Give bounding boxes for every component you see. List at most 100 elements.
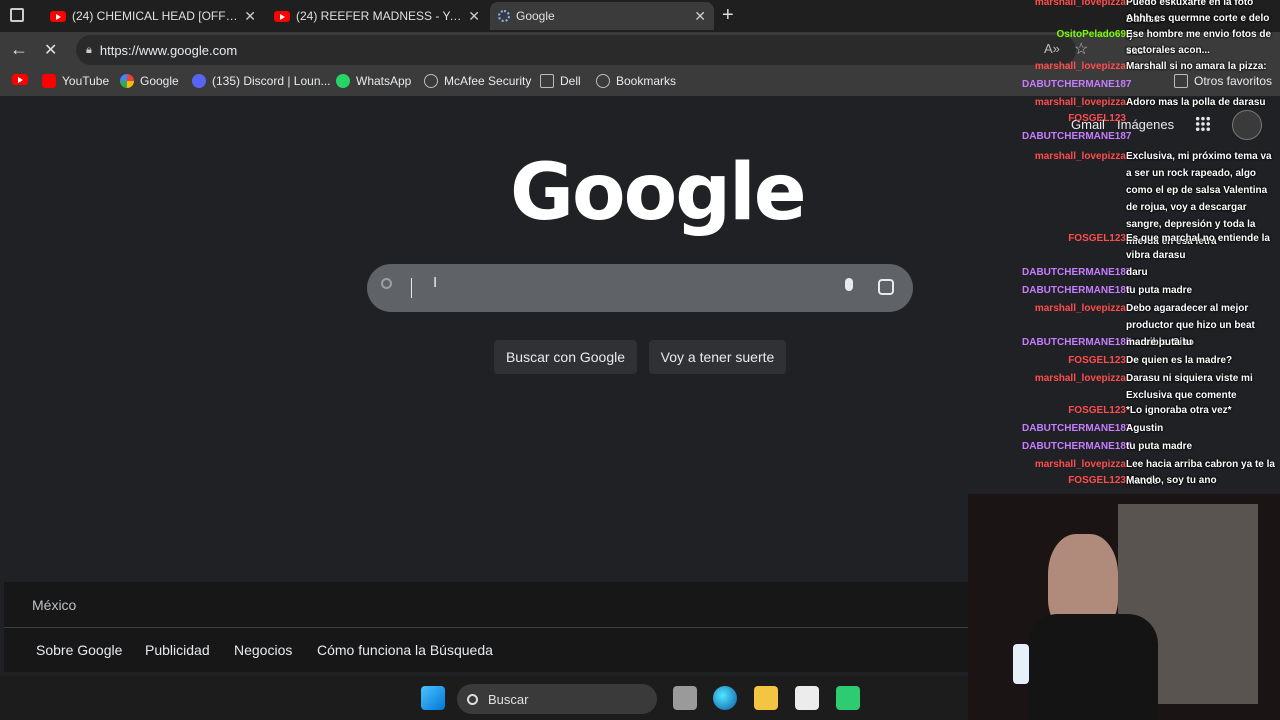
google-icon	[120, 74, 134, 88]
taskbar-search-label: Buscar	[488, 691, 529, 707]
chat-username: marshall_lovepizza	[1034, 373, 1126, 384]
streamer-shirt	[1028, 614, 1158, 720]
chat-username: DABUTCHERMANE187	[1022, 131, 1132, 142]
chat-username: marshall_lovepizza	[1034, 97, 1126, 108]
mouse-ibeam-icon: I	[433, 274, 438, 291]
chat-username: marshall_lovepizza	[1034, 151, 1126, 162]
bookmark-youtube[interactable]: YouTube	[42, 74, 109, 88]
discord-icon	[192, 74, 206, 88]
chat-text: Marshall si no amara la pizza:	[1126, 61, 1267, 72]
lucky-button[interactable]: Voy a tener suerte	[649, 340, 786, 374]
tab-actions-icon[interactable]	[10, 8, 24, 22]
bookmark-label: McAfee Security	[444, 74, 532, 88]
bookmark-label: Dell	[560, 74, 581, 88]
chat-text: Agustin	[1126, 423, 1164, 434]
chat-username: DABUTCHERMANE187	[1022, 441, 1132, 452]
country-label: México	[32, 597, 77, 613]
chat-text: Manolo, soy tu ano	[1126, 475, 1217, 486]
bookmark-label: Bookmarks	[616, 74, 677, 88]
file-explorer-icon[interactable]	[754, 686, 778, 710]
footer-link-advertising[interactable]: Publicidad	[145, 642, 210, 658]
bookmark-google[interactable]: Google	[120, 74, 179, 88]
close-icon[interactable]: ✕	[468, 8, 480, 25]
chat-text: madre puta tu	[1126, 337, 1193, 348]
tab-label: (24) REEFER MADNESS - YouTube	[296, 9, 463, 23]
chat-text: *Lo ignoraba otra vez*	[1126, 405, 1232, 416]
youtube-icon	[12, 74, 28, 85]
bookmark-youtube-app[interactable]	[12, 74, 28, 85]
bookmark-mcafee[interactable]: McAfee Security	[424, 74, 531, 88]
chat-username: marshall_lovepizza	[1034, 61, 1126, 72]
chat-text: Es que marchal no entiende la vibra dara…	[1126, 233, 1270, 261]
tab-google[interactable]: Google ✕	[490, 2, 714, 30]
chat-text: sectorales acon...	[1126, 45, 1210, 56]
youtube-icon	[274, 10, 290, 22]
store-icon[interactable]	[795, 686, 819, 710]
chat-username: FOSGEL123	[1068, 405, 1126, 416]
tab-reefer-madness[interactable]: (24) REEFER MADNESS - YouTube ✕	[266, 2, 488, 30]
app-icon[interactable]	[836, 686, 860, 710]
chat-text: daru	[1126, 267, 1148, 278]
tab-chemical-head[interactable]: (24) CHEMICAL HEAD [OFFICIAL M ✕	[42, 2, 264, 30]
edge-browser-icon[interactable]	[713, 686, 737, 710]
google-logo: Google	[510, 148, 807, 238]
bookmark-whatsapp[interactable]: WhatsApp	[336, 74, 411, 88]
footer-link-about[interactable]: Sobre Google	[36, 642, 122, 658]
bookmark-dell[interactable]: Dell	[540, 74, 581, 88]
footer-link-business[interactable]: Negocios	[234, 642, 292, 658]
search-icon	[381, 278, 392, 289]
footer-country-bar: México	[4, 582, 968, 628]
footer-link-how-search-works[interactable]: Cómo funciona la Búsqueda	[317, 642, 493, 658]
microphone-icon[interactable]	[845, 278, 853, 291]
bookmark-discord[interactable]: (135) Discord | Loun...	[192, 74, 331, 88]
close-icon[interactable]: ✕	[694, 8, 706, 25]
lock-icon: 🔒︎	[86, 43, 92, 56]
back-arrow-icon[interactable]: ←	[10, 39, 28, 60]
chat-text: tu puta madre	[1126, 285, 1193, 296]
close-icon[interactable]: ✕	[244, 8, 256, 25]
bookmark-label: WhatsApp	[356, 74, 412, 88]
chat-username: DABUTCHERMANE187	[1022, 423, 1132, 434]
bookmark-label: Google	[140, 74, 179, 88]
globe-icon	[424, 74, 438, 88]
chat-username: FOSGEL123	[1068, 355, 1126, 366]
bookmark-label: (135) Discord | Loun...	[212, 74, 331, 88]
new-tab-icon[interactable]: +	[722, 4, 734, 27]
chat-username: DABUTCHERMANE187	[1022, 337, 1132, 348]
chat-username: FOSGEL123	[1068, 113, 1126, 124]
chat-username: DABUTCHERMANE187	[1022, 267, 1132, 278]
whatsapp-icon	[336, 74, 350, 88]
chat-username: OsitoPelado69	[1056, 29, 1126, 40]
task-view-icon[interactable]	[673, 686, 697, 710]
bookmark-bookmarks[interactable]: Bookmarks	[596, 74, 676, 88]
search-button[interactable]: Buscar con Google	[494, 340, 637, 374]
chat-text: De quien es la madre?	[1126, 355, 1233, 366]
chat-username: marshall_lovepizza	[1034, 459, 1126, 470]
tab-label: (24) CHEMICAL HEAD [OFFICIAL M	[72, 9, 238, 23]
webcam-feed	[968, 494, 1280, 720]
youtube-icon	[50, 10, 66, 22]
windows-start-icon[interactable]	[421, 686, 445, 710]
stop-loading-icon[interactable]: ✕	[44, 40, 57, 60]
youtube-icon	[42, 74, 56, 88]
address-text: https://www.google.com	[99, 42, 238, 58]
chat-text: Darasu ni siquiera viste mi Exclusiva qu…	[1126, 373, 1253, 401]
chat-username: marshall_lovepizza	[1034, 303, 1126, 314]
address-bar[interactable]: 🔒︎ https://www.google.com	[76, 35, 1076, 65]
search-icon	[467, 693, 478, 705]
chat-username: FOSGEL123	[1068, 475, 1126, 486]
chat-username: DABUTCHERMANE187	[1022, 285, 1132, 296]
chat-text: tu puta madre	[1126, 441, 1193, 452]
chat-username: marshall_lovepizza	[1034, 0, 1126, 8]
tab-label: Google	[516, 9, 555, 23]
globe-icon	[596, 74, 610, 88]
camera-lens-icon[interactable]	[878, 279, 894, 295]
bottle	[1013, 644, 1029, 684]
stream-chat-overlay: marshall_lovepizza Puedo eskuxarte en la …	[1022, 0, 1280, 490]
search-box[interactable]: I	[367, 264, 913, 312]
chat-username: DABUTCHERMANE187	[1022, 79, 1132, 90]
loading-icon	[498, 10, 510, 22]
footer-links-bar: Sobre Google Publicidad Negocios Cómo fu…	[4, 628, 968, 672]
bookmark-label: YouTube	[62, 74, 110, 88]
taskbar-search[interactable]: Buscar	[457, 684, 657, 714]
